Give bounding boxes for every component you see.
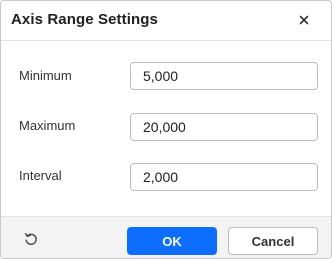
maximum-input[interactable]	[130, 113, 318, 141]
minimum-label: Minimum	[19, 68, 72, 83]
close-button[interactable]	[293, 9, 315, 31]
reset-icon	[24, 232, 37, 245]
interval-input[interactable]	[130, 163, 318, 191]
ok-button[interactable]: OK	[127, 227, 217, 255]
reset-button[interactable]	[21, 229, 41, 249]
cancel-button[interactable]: Cancel	[228, 227, 318, 255]
close-icon	[299, 15, 309, 25]
minimum-input[interactable]	[130, 62, 318, 90]
dialog-header: Axis Range Settings	[1, 1, 331, 41]
interval-label: Interval	[19, 168, 62, 183]
dialog-title: Axis Range Settings	[11, 11, 158, 28]
axis-range-settings-dialog: Axis Range Settings Minimum Maximum Inte…	[0, 0, 332, 259]
maximum-label: Maximum	[19, 118, 76, 133]
dialog-footer: OK Cancel	[1, 216, 331, 258]
